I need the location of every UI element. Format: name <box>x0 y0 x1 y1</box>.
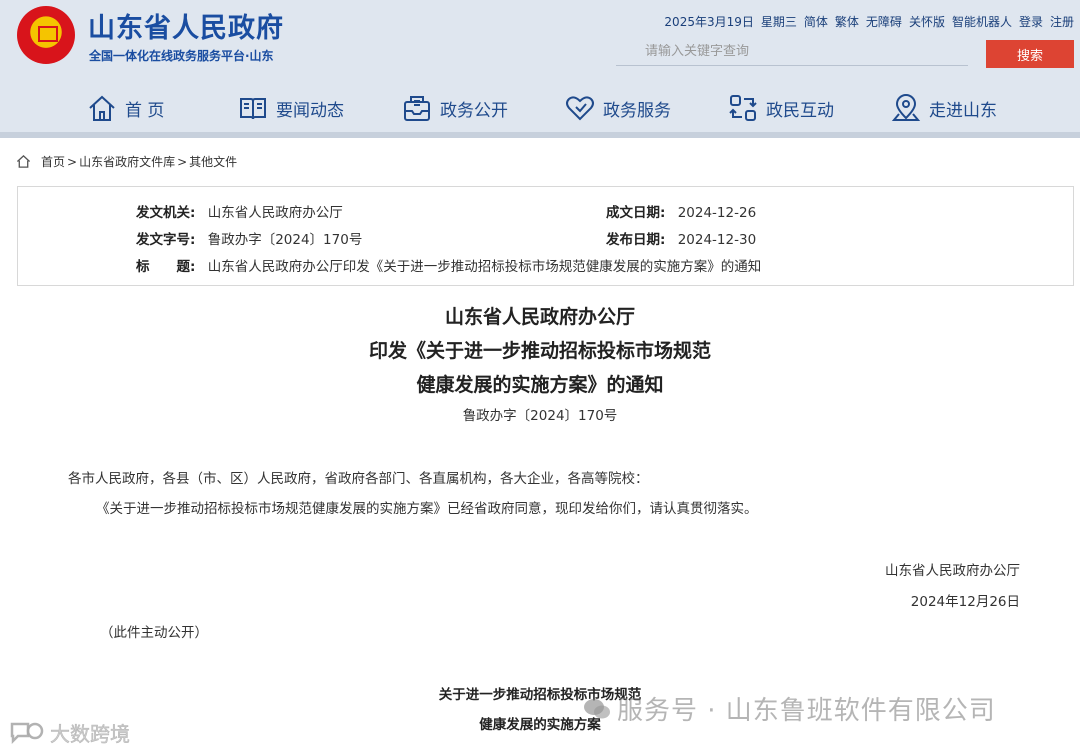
breadcrumb-separator: > <box>67 154 78 169</box>
nav-item-home[interactable]: 首 页 <box>87 86 164 130</box>
breadcrumb-other[interactable]: 其他文件 <box>189 153 237 170</box>
public-note: （此件主动公开） <box>100 625 208 641</box>
register-link[interactable]: 注册 <box>1050 13 1074 30</box>
book-icon <box>240 98 266 120</box>
watermark-left-text: 大数跨境 <box>50 722 131 747</box>
traditional-link[interactable]: 繁体 <box>835 13 859 30</box>
published-row: 发布日期: 2024-12-30 <box>606 228 756 248</box>
exchange-icon <box>729 95 757 121</box>
issuer-label: 发文机关: <box>136 205 196 221</box>
published-label: 发布日期: <box>606 232 666 248</box>
breadcrumb-home[interactable]: 首页 <box>41 153 65 170</box>
nav-label: 走进山东 <box>929 100 997 121</box>
search-box <box>616 40 968 66</box>
nav-label: 政务服务 <box>603 100 671 121</box>
care-mode-link[interactable]: 关怀版 <box>909 13 945 30</box>
nav-label: 首 页 <box>125 100 165 121</box>
nav-divider <box>0 132 1080 138</box>
simplified-link[interactable]: 简体 <box>804 13 828 30</box>
watermark-right: 服务号 · 山东鲁班软件有限公司 <box>583 690 996 727</box>
site-title[interactable]: 山东省人民政府 <box>88 6 284 45</box>
signature: 山东省人民政府办公厅 <box>885 563 1020 579</box>
created-label: 成文日期: <box>606 205 666 221</box>
breadcrumb: 首页 > 山东省政府文件库 > 其他文件 <box>16 153 239 170</box>
nav-item-shandong[interactable]: 走进山东 <box>891 86 997 130</box>
nav-item-interaction[interactable]: 政民互动 <box>728 86 834 130</box>
site-subtitle: 全国一体化在线政务服务平台·山东 <box>89 49 274 63</box>
nav-label: 政民互动 <box>766 100 834 121</box>
wechat-icon <box>584 698 610 718</box>
top-links: 2025年3月19日 星期三 简体 繁体 无障碍 关怀版 智能机器人 登录 注册 <box>657 13 1074 30</box>
watermark-left: 大数跨境 <box>8 718 130 747</box>
main-nav: 首 页 要闻动态 政务公开 政务服务 政民互动 走进山东 <box>0 86 1080 130</box>
signature-date: 2024年12月26日 <box>910 594 1020 610</box>
breadcrumb-library[interactable]: 山东省政府文件库 <box>79 153 175 170</box>
doc-title-line-3: 健康发展的实施方案》的通知 <box>416 374 664 396</box>
login-link[interactable]: 登录 <box>1019 13 1043 30</box>
robot-link[interactable]: 智能机器人 <box>952 13 1012 30</box>
title-label: 标 题: <box>136 259 196 275</box>
created-row: 成文日期: 2024-12-26 <box>606 201 756 221</box>
home-icon <box>89 95 115 121</box>
doc-title-line-2: 印发《关于进一步推动招标投标市场规范 <box>368 340 711 362</box>
docno-value: 鲁政办字〔2024〕170号 <box>207 232 363 248</box>
nav-label: 政务公开 <box>440 100 508 121</box>
document-info-box: 发文机关: 山东省人民政府办公厅 成文日期: 2024-12-26 发文字号: … <box>17 186 1074 286</box>
date-text: 2025年3月19日 <box>664 15 754 29</box>
nav-item-news[interactable]: 要闻动态 <box>238 86 344 130</box>
issuer-row: 发文机关: 山东省人民政府办公厅 <box>136 201 343 221</box>
doc-number: 鲁政办字〔2024〕170号 <box>462 408 618 424</box>
chat-bubble-icon <box>10 722 44 744</box>
heart-icon <box>566 96 594 121</box>
watermark-right-text: 服务号 · 山东鲁班软件有限公司 <box>617 696 996 726</box>
salutation: 各市人民政府，各县（市、区）人民政府，省政府各部门、各直属机构，各大企业，各高等… <box>68 471 649 487</box>
inbox-icon <box>404 96 430 121</box>
location-icon <box>891 94 921 121</box>
title-row: 标 题: 山东省人民政府办公厅印发《关于进一步推动招标投标市场规范健康发展的实施… <box>136 255 761 275</box>
issuer-value: 山东省人民政府办公厅 <box>207 205 343 221</box>
nav-item-public[interactable]: 政务公开 <box>402 86 508 130</box>
nav-item-service[interactable]: 政务服务 <box>565 86 671 130</box>
created-value: 2024-12-26 <box>677 205 757 221</box>
breadcrumb-separator: > <box>177 154 188 169</box>
accessibility-link[interactable]: 无障碍 <box>866 13 902 30</box>
title-value: 山东省人民政府办公厅印发《关于进一步推动招标投标市场规范健康发展的实施方案》的通… <box>207 259 762 275</box>
docno-row: 发文字号: 鲁政办字〔2024〕170号 <box>136 228 362 248</box>
doc-title-line-1: 山东省人民政府办公厅 <box>444 306 635 328</box>
search-button[interactable]: 搜索 <box>986 40 1074 68</box>
nav-label: 要闻动态 <box>276 100 344 121</box>
search-input[interactable] <box>645 44 945 59</box>
weekday-text: 星期三 <box>760 15 797 29</box>
body-paragraph: 《关于进一步推动招标投标市场规范健康发展的实施方案》已经省政府同意，现印发给你们… <box>96 501 758 517</box>
national-emblem-icon <box>17 6 75 64</box>
docno-label: 发文字号: <box>136 232 196 248</box>
site-header: 山东省人民政府 全国一体化在线政务服务平台·山东 2025年3月19日 星期三 … <box>0 0 1080 138</box>
home-icon <box>16 154 31 168</box>
published-value: 2024-12-30 <box>677 232 757 248</box>
